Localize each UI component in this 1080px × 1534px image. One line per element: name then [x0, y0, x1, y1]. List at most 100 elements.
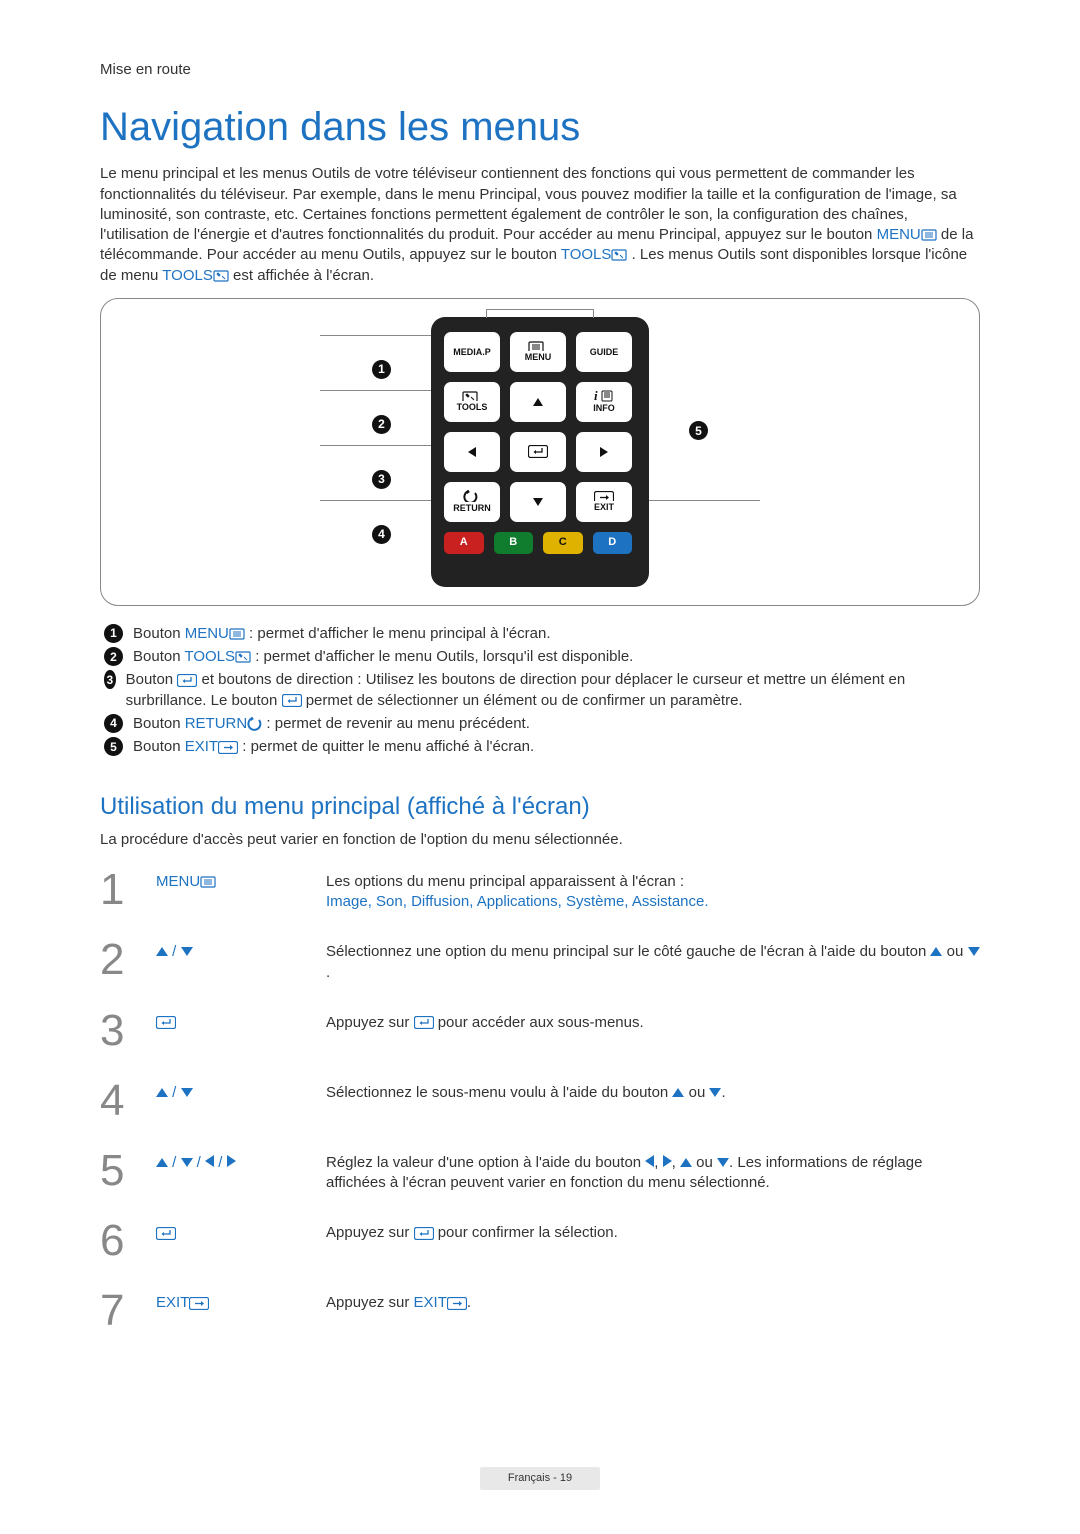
callout-text: : permet de revenir au menu précédent. — [262, 715, 530, 732]
remote-down-button — [509, 481, 567, 523]
up-arrow-icon — [672, 1088, 684, 1097]
menu-icon — [200, 876, 216, 888]
enter-icon — [156, 1227, 176, 1240]
callout-text: : permet d'afficher le menu principal à … — [245, 625, 551, 642]
enter-icon — [414, 1016, 434, 1029]
intro-text: est affichée à l'écran. — [233, 267, 374, 284]
up-arrow-icon — [156, 947, 168, 956]
exit-icon — [189, 1297, 209, 1310]
remote-tools-button: TOOLS — [443, 381, 501, 423]
step-key: / — [156, 938, 326, 962]
callout-text: : permet d'afficher le menu Outils, lors… — [251, 648, 633, 665]
step-2: 2 / Sélectionnez une option du menu prin… — [100, 930, 980, 1001]
enter-icon — [156, 1016, 176, 1029]
remote-menu-button: MENU — [509, 331, 567, 373]
enter-icon — [282, 694, 302, 707]
step-number: 3 — [100, 1009, 156, 1053]
enter-icon — [177, 674, 197, 687]
sublead: La procédure d'accès peut varier en fonc… — [100, 830, 980, 850]
footer-lang: Français — [508, 1472, 550, 1484]
step-number: 5 — [100, 1149, 156, 1193]
callout-list: 1 Bouton MENU : permet d'afficher le men… — [100, 624, 980, 758]
left-arrow-icon — [205, 1155, 214, 1167]
down-arrow-icon — [181, 947, 193, 956]
remote-exit-button: EXIT — [575, 481, 633, 523]
page-title: Navigation dans les menus — [100, 100, 980, 154]
tools-icon — [235, 651, 251, 663]
footer-page: 19 — [560, 1472, 572, 1484]
callout-text: Bouton — [126, 671, 178, 688]
remote-enter-button — [509, 431, 567, 473]
steps-table: 1 MENU Les options du menu principal app… — [100, 860, 980, 1352]
step-desc: Réglez la valeur d'une option à l'aide d… — [326, 1149, 980, 1194]
remote-left-button — [443, 431, 501, 473]
callout-text: permet de sélectionner un élément ou de … — [302, 692, 743, 709]
down-arrow-icon — [717, 1158, 729, 1167]
step-key: EXIT — [156, 1289, 326, 1313]
up-arrow-icon — [533, 398, 543, 406]
step-desc: Appuyez sur EXIT. — [326, 1289, 980, 1313]
up-arrow-icon — [930, 947, 942, 956]
step-number: 6 — [100, 1219, 156, 1263]
callout-num-5: 5 — [689, 421, 708, 440]
callout-text: Bouton — [133, 738, 185, 755]
enter-icon — [414, 1227, 434, 1240]
intro-text: Le menu principal et les menus Outils de… — [100, 165, 957, 243]
callout-num-2: 2 — [372, 415, 391, 434]
exit-icon — [218, 741, 238, 754]
tools-label: TOOLS — [184, 648, 235, 665]
down-arrow-icon — [181, 1088, 193, 1097]
remote-up-button — [509, 381, 567, 423]
menu-label: MENU — [877, 226, 921, 243]
callout-text: Bouton — [133, 715, 185, 732]
down-arrow-icon — [709, 1088, 721, 1097]
remote-return-button: RETURN — [443, 481, 501, 523]
step-desc: Sélectionnez le sous-menu voulu à l'aide… — [326, 1079, 980, 1103]
callout-num-4: 4 — [372, 525, 391, 544]
step-key: / — [156, 1079, 326, 1103]
right-arrow-icon — [227, 1155, 236, 1167]
return-label: RETURN — [185, 715, 248, 732]
return-icon — [247, 717, 262, 731]
callout-num-4: 4 — [104, 714, 123, 733]
up-arrow-icon — [680, 1158, 692, 1167]
callout-num-3: 3 — [104, 670, 116, 689]
left-arrow-icon — [468, 447, 476, 457]
callout-num-3: 3 — [372, 470, 391, 489]
remote-mediap-button: MEDIA.P — [443, 331, 501, 373]
step-key: / / / — [156, 1149, 326, 1173]
remote-c-button: C — [542, 531, 584, 555]
callout-text: : permet de quitter le menu affiché à l'… — [238, 738, 534, 755]
step-6: 6 Appuyez sur pour confirmer la sélectio… — [100, 1211, 980, 1281]
intro-paragraph: Le menu principal et les menus Outils de… — [100, 164, 980, 286]
callout-text: Bouton — [133, 648, 184, 665]
step-desc: Appuyez sur pour accéder aux sous-menus. — [326, 1009, 980, 1033]
up-arrow-icon — [156, 1158, 168, 1167]
breadcrumb: Mise en route — [100, 60, 980, 80]
step-3: 3 Appuyez sur pour accéder aux sous-menu… — [100, 1001, 980, 1071]
down-arrow-icon — [533, 498, 543, 506]
step-number: 1 — [100, 868, 156, 912]
step-7: 7 EXIT Appuyez sur EXIT. — [100, 1281, 980, 1351]
remote-control: MEDIA.P MENU GUIDE TOOLS INFO RETURN EXI… — [431, 317, 649, 587]
step-key: MENU — [156, 868, 326, 892]
tools-icon — [611, 249, 627, 261]
callout-num-5: 5 — [104, 737, 123, 756]
page-footer: Français - 19 — [0, 1467, 1080, 1490]
exit-icon — [447, 1297, 467, 1310]
menu-icon — [921, 229, 937, 241]
remote-info-button: INFO — [575, 381, 633, 423]
menu-label: MENU — [185, 625, 229, 642]
up-arrow-icon — [156, 1088, 168, 1097]
remote-right-button — [575, 431, 633, 473]
remote-b-button: B — [493, 531, 535, 555]
tools-label: TOOLS — [561, 246, 612, 263]
callout-text: Bouton — [133, 625, 185, 642]
down-arrow-icon — [968, 947, 980, 956]
remote-guide-button: GUIDE — [575, 331, 633, 373]
subheading: Utilisation du menu principal (affiché à… — [100, 791, 980, 823]
remote-diagram: 1 2 3 4 MEDIA.P MENU GUIDE TOOLS INFO RE… — [100, 298, 980, 606]
step-number: 2 — [100, 938, 156, 982]
left-arrow-icon — [645, 1155, 654, 1167]
step-number: 7 — [100, 1289, 156, 1333]
